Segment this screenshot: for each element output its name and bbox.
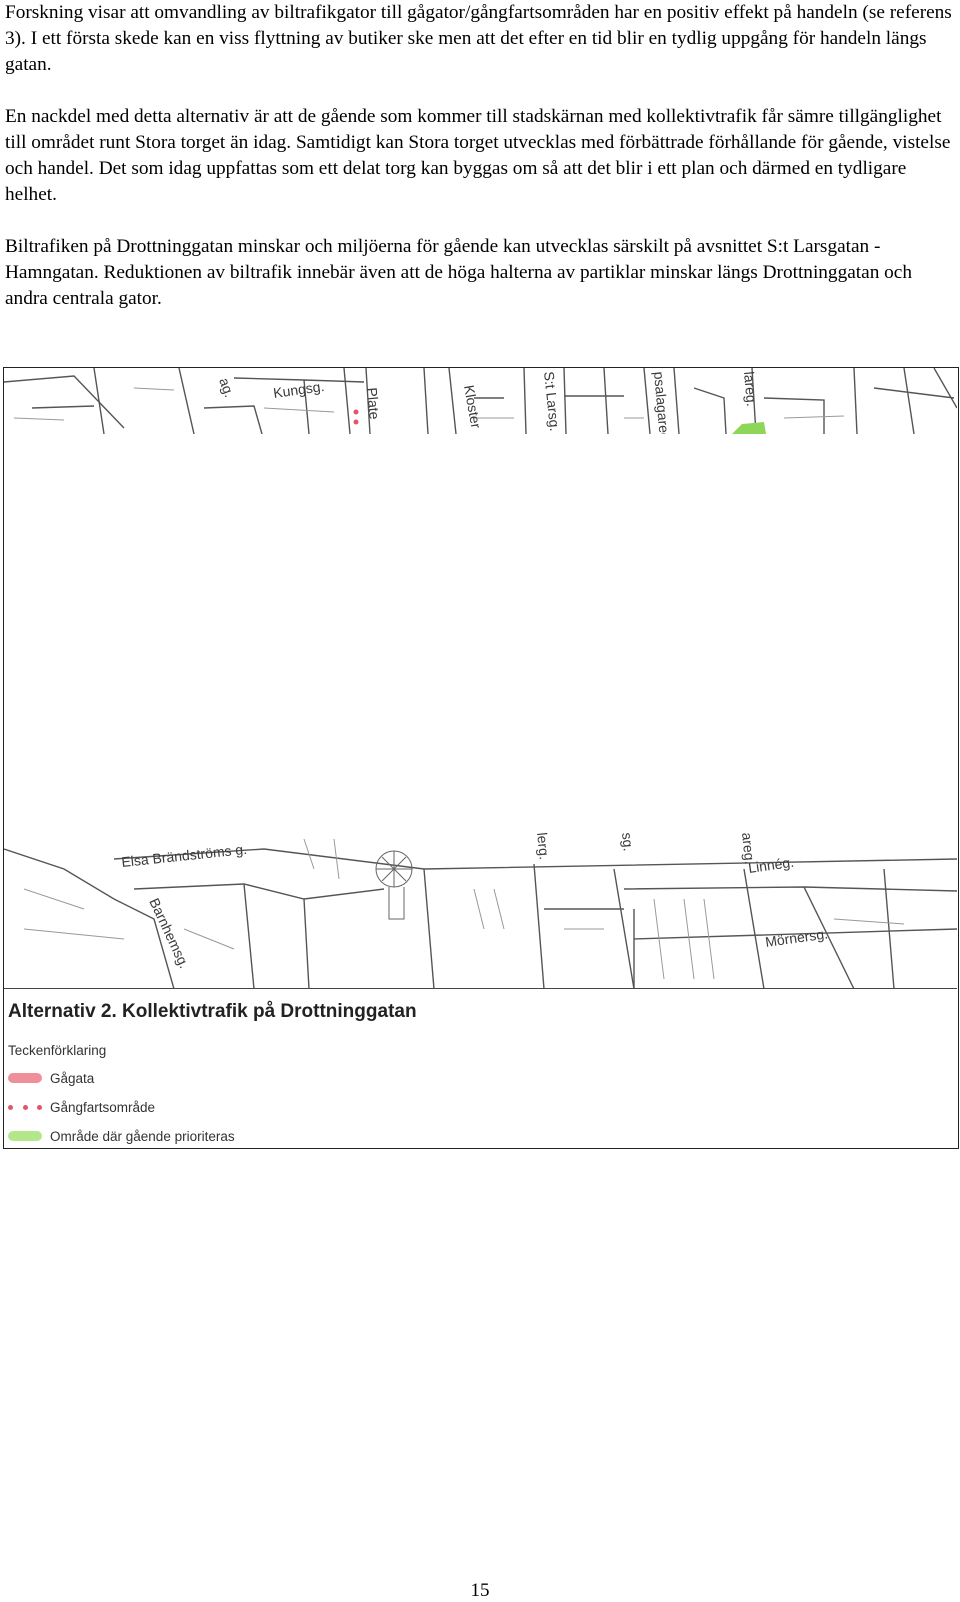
legend-item-gagata: Gågata xyxy=(8,1068,94,1088)
pink-bar-swatch xyxy=(8,1073,42,1083)
paragraph-2: En nackdel med detta alternativ är att d… xyxy=(5,106,951,205)
map-bottom-drawing: Elsa Brändströms g. Barnhemsg. lerg. sg.… xyxy=(4,832,957,989)
map-label: Plate xyxy=(364,387,383,420)
map-legend: Alternativ 2. Kollektivtrafik på Drottni… xyxy=(4,988,957,1148)
legend-title: Alternativ 2. Kollektivtrafik på Drottni… xyxy=(8,1001,417,1022)
paragraph-1: Forskning visar att omvandling av biltra… xyxy=(5,2,952,75)
body-text: Forskning visar att omvandling av biltra… xyxy=(5,0,955,338)
legend-item-label: Område där gående prioriteras xyxy=(50,1128,235,1144)
monument-icon xyxy=(375,850,413,920)
dotted-line-swatch xyxy=(8,1102,42,1112)
map-label: Kloster xyxy=(461,384,484,430)
map-label: lareg. xyxy=(741,371,760,407)
legend-item-label: Gågata xyxy=(50,1070,95,1086)
green-area xyxy=(732,422,766,434)
map-label: Barnhemsg. xyxy=(146,896,192,971)
map-label: Elsa Brändströms g. xyxy=(121,841,248,870)
legend-item-label: Gångfartsområde xyxy=(50,1099,156,1115)
gangfart-dot xyxy=(353,419,359,425)
map-label: S:t Larsg. xyxy=(541,371,563,432)
map-bottom-strip: Elsa Brändströms g. Barnhemsg. lerg. sg.… xyxy=(4,829,957,989)
map-label: Kungsg. xyxy=(272,378,325,401)
gangfart-dot xyxy=(353,409,359,415)
map-label: Mörnersg. xyxy=(764,925,829,950)
green-bar-swatch xyxy=(8,1131,42,1141)
legend-item-prioriterat: Område där gående prioriteras xyxy=(8,1126,235,1146)
legend-heading: Teckenförklaring xyxy=(8,1043,107,1058)
map-top-strip: ag. Kungsg. Plate Kloster S:t Larsg. psa… xyxy=(4,368,957,434)
map-label: psalagareg. xyxy=(651,371,673,434)
map-figure: ag. Kungsg. Plate Kloster S:t Larsg. psa… xyxy=(3,367,959,1149)
paragraph-3: Biltrafiken på Drottninggatan minskar oc… xyxy=(5,236,912,309)
map-label: lerg. xyxy=(534,832,553,861)
map-top-drawing: ag. Kungsg. Plate Kloster S:t Larsg. psa… xyxy=(4,368,957,434)
map-label: sg. xyxy=(619,832,637,852)
map-label: ag. xyxy=(216,376,238,400)
legend-item-gangfartsomrade: Gångfartsområde xyxy=(8,1097,155,1117)
